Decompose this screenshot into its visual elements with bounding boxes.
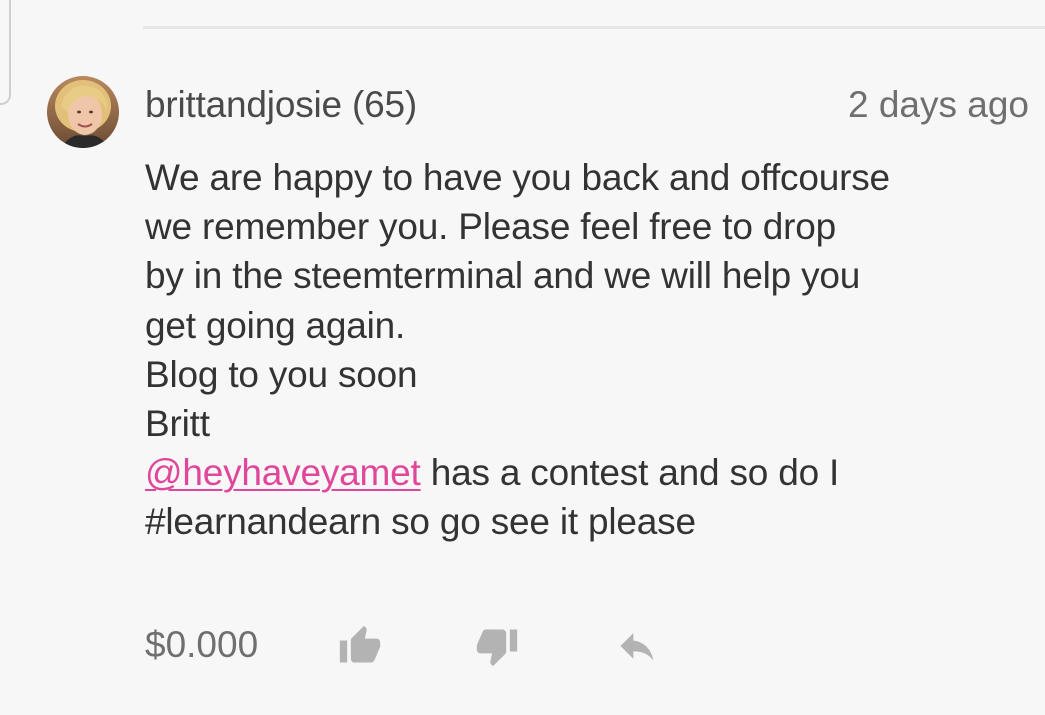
comment-line: Britt	[145, 403, 210, 445]
comment-line-mention: @heyhaveyamet has a contest and so do I	[145, 448, 1030, 497]
thumbs-up-icon	[339, 625, 381, 663]
parent-thread-line	[0, 0, 11, 105]
comment-line: We are happy to have you back and offcou…	[145, 157, 890, 198]
avatar[interactable]	[47, 76, 119, 148]
comment-line: get going again.	[145, 304, 406, 346]
comment-author[interactable]: brittandjosie (65)	[145, 84, 417, 126]
comment-timestamp[interactable]: 2 days ago	[848, 84, 1029, 126]
reply-arrow-icon	[620, 633, 654, 661]
reply-button[interactable]	[611, 620, 663, 672]
user-mention-link[interactable]: @heyhaveyamet	[145, 452, 421, 493]
comment-line: #learnandearn so go see it please	[145, 501, 696, 543]
downvote-button[interactable]	[471, 620, 523, 672]
comment-line: we remember you. Please feel free to dro…	[145, 206, 837, 248]
comment-line: by in the steemterminal and we will help…	[145, 255, 861, 297]
payout-value[interactable]: $0.000	[145, 624, 258, 666]
mention-trailing-text: has a contest and so do I	[420, 452, 840, 494]
avatar-photo	[47, 76, 119, 148]
thumbs-down-icon	[476, 629, 518, 667]
divider	[143, 26, 1045, 29]
comment-body: We are happy to have you back and offcou…	[145, 153, 1030, 547]
upvote-button[interactable]	[334, 620, 386, 672]
comment-line: Blog to you soon	[145, 353, 418, 395]
